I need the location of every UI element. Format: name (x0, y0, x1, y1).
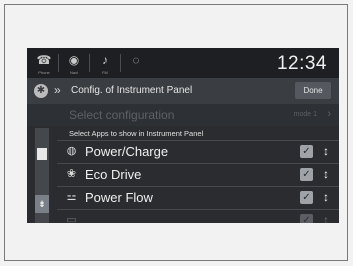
manual-figure-frame: ☎ Phone ◉ Navi ♪ FM ◌ 12:34 ✱ » Config. … (4, 4, 348, 261)
drag-handle-icon[interactable]: ↕ (322, 144, 330, 159)
status-separator (58, 54, 59, 72)
app-row-eco-drive[interactable]: ❀ Eco Drive ✓ ↕ (57, 163, 339, 186)
eco-drive-icon: ❀ (66, 168, 77, 180)
app-row-power-charge[interactable]: ◍ Power/Charge ✓ ↕ (57, 140, 339, 163)
fm-caption: FM (102, 70, 108, 75)
drag-handle-icon[interactable]: ↕ (322, 190, 330, 205)
list-title: Select Apps to show in Instrument Panel (69, 129, 204, 138)
partial-app-icon: ▭ (66, 214, 77, 223)
power-flow-icon: ⚍ (66, 191, 77, 203)
breadcrumb-chevron-icon: » (54, 83, 61, 97)
navi-caption: Navi (69, 70, 78, 75)
select-configuration-label: Select configuration (69, 108, 175, 122)
checkbox[interactable]: ✓ (300, 191, 313, 204)
select-configuration-item[interactable]: Select configuration mode 1 › (27, 104, 339, 126)
phone-glyph: ☎ (36, 53, 52, 67)
fm-icon[interactable]: ♪ FM (94, 53, 116, 75)
drag-handle-icon[interactable]: ↕ (322, 213, 330, 223)
app-label: Power/Charge (85, 144, 169, 159)
app-label: Eco Drive (85, 167, 142, 182)
status-bar: ☎ Phone ◉ Navi ♪ FM ◌ 12:34 (27, 48, 339, 78)
app-row-power-flow[interactable]: ⚍ Power Flow ✓ ↕ (57, 186, 339, 209)
power-charge-icon: ◍ (66, 145, 77, 157)
clock: 12:34 (276, 53, 327, 74)
instrument-config-screen: ☎ Phone ◉ Navi ♪ FM ◌ 12:34 ✱ » Config. … (27, 48, 339, 223)
settings-header: ✱ » Config. of Instrument Panel Done (27, 78, 339, 104)
gear-icon[interactable]: ✱ (34, 84, 48, 98)
app-row-partial[interactable]: ▭ ✓ ↕ (57, 209, 339, 223)
settings-glyph: ◌ (132, 53, 140, 67)
phone-icon[interactable]: ☎ Phone (33, 53, 55, 75)
app-label: Power Flow (85, 190, 153, 205)
drag-handle-icon[interactable]: ↕ (322, 167, 330, 182)
scroll-thumb[interactable] (37, 148, 47, 160)
checkbox[interactable]: ✓ (300, 168, 313, 181)
checkbox[interactable]: ✓ (300, 214, 313, 223)
scrollbar[interactable]: ⇟ (35, 128, 49, 223)
status-separator (89, 54, 90, 72)
done-button[interactable]: Done (295, 82, 331, 99)
chevron-right-icon: › (327, 108, 331, 120)
page-title: Config. of Instrument Panel (71, 85, 193, 96)
fm-glyph: ♪ (102, 53, 108, 67)
select-configuration-value: mode 1 (293, 111, 317, 118)
checkbox[interactable]: ✓ (300, 145, 313, 158)
settings-icon[interactable]: ◌ (125, 53, 147, 75)
navi-icon[interactable]: ◉ Navi (63, 53, 85, 75)
navi-glyph: ◉ (68, 53, 80, 67)
status-separator (120, 54, 121, 72)
phone-caption: Phone (38, 70, 50, 75)
scroll-down-icon[interactable]: ⇟ (35, 195, 49, 213)
